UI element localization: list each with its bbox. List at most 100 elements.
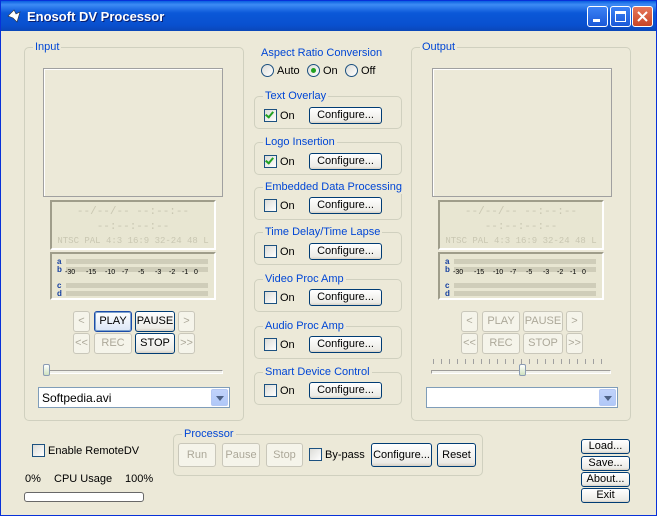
input-slider-track xyxy=(43,370,223,374)
load-button[interactable]: Load... xyxy=(581,439,630,454)
close-icon xyxy=(637,11,648,22)
output-rewind-button[interactable]: << xyxy=(461,333,478,354)
enable-remotedv-checkbox[interactable] xyxy=(32,444,45,457)
output-timecode-date: --/--/-- --:--:-- xyxy=(464,206,578,218)
processor-stop-button[interactable]: Stop xyxy=(266,443,303,467)
time-delay-checkbox[interactable] xyxy=(264,245,277,258)
input-timecode-time: --:--:--:-- xyxy=(96,221,170,233)
output-stop-button[interactable]: STOP xyxy=(523,333,563,354)
maximize-button[interactable] xyxy=(610,6,631,27)
radio-dot xyxy=(311,68,316,73)
aspect-on-radio[interactable] xyxy=(307,64,320,77)
output-position-slider[interactable] xyxy=(429,357,613,381)
minimize-button[interactable] xyxy=(587,6,608,27)
output-play-button[interactable]: PLAY xyxy=(482,311,520,332)
aspect-on-label[interactable]: On xyxy=(323,64,338,78)
smart-device-on-label[interactable]: On xyxy=(280,384,295,398)
input-timecode-date: --/--/-- --:--:-- xyxy=(76,206,190,218)
aspect-off-label[interactable]: Off xyxy=(361,64,375,78)
input-stop-button[interactable]: STOP xyxy=(135,333,175,354)
output-level-c xyxy=(454,283,596,288)
save-button[interactable]: Save... xyxy=(581,456,630,471)
logo-insertion-label: Logo Insertion xyxy=(263,135,337,149)
cpu-min-label: 0% xyxy=(25,473,41,485)
bypass-checkbox[interactable] xyxy=(309,448,322,461)
scale-label: -30 xyxy=(453,269,464,276)
output-group-label: Output xyxy=(420,40,458,54)
output-pause-button[interactable]: PAUSE xyxy=(523,311,563,332)
enable-remotedv-label[interactable]: Enable RemoteDV xyxy=(48,444,139,458)
aspect-auto-radio[interactable] xyxy=(261,64,274,77)
output-prev-button[interactable]: < xyxy=(461,311,478,332)
input-position-slider[interactable] xyxy=(41,361,225,381)
video-proc-amp-configure-button[interactable]: Configure... xyxy=(309,289,382,306)
scale-label: -3 xyxy=(155,269,162,276)
input-prev-button[interactable]: < xyxy=(73,311,90,332)
about-button[interactable]: About... xyxy=(581,472,630,487)
input-slider-thumb[interactable] xyxy=(43,364,50,376)
output-rec-button[interactable]: REC xyxy=(482,333,520,354)
output-file-select[interactable] xyxy=(426,387,618,408)
aspect-auto-label[interactable]: Auto xyxy=(277,64,300,78)
input-format-flags: NTSC PAL 4:3 16:9 32-24 48 L xyxy=(57,236,209,246)
scale-label: -7 xyxy=(510,269,517,276)
output-timecode-time: --:--:--:-- xyxy=(484,221,558,233)
scale-label: -15 xyxy=(86,269,97,276)
reset-button[interactable]: Reset xyxy=(437,443,476,467)
logo-insertion-configure-button[interactable]: Configure... xyxy=(309,153,382,170)
input-next-button[interactable]: > xyxy=(178,311,195,332)
bypass-label[interactable]: By-pass xyxy=(325,448,365,462)
logo-insertion-on-label[interactable]: On xyxy=(280,155,295,169)
run-button[interactable]: Run xyxy=(178,443,216,467)
input-pause-button[interactable]: PAUSE xyxy=(135,311,175,332)
input-play-button[interactable]: PLAY xyxy=(94,311,132,332)
smart-device-configure-button[interactable]: Configure... xyxy=(309,382,382,399)
output-slider-thumb[interactable] xyxy=(519,364,526,376)
scale-label: 0 xyxy=(194,269,198,276)
text-overlay-configure-button[interactable]: Configure... xyxy=(309,107,382,124)
cpu-usage-label: CPU Usage xyxy=(54,473,113,485)
embedded-data-label: Embedded Data Processing xyxy=(263,180,404,194)
input-timecode-display: --/--/-- --:--:-- --:--:--:-- NTSC PAL 4… xyxy=(50,200,216,250)
output-preview xyxy=(432,68,612,197)
output-next-button[interactable]: > xyxy=(566,311,583,332)
output-forward-button[interactable]: >> xyxy=(566,333,583,354)
processor-configure-button[interactable]: Configure... xyxy=(371,443,432,467)
embedded-data-on-label[interactable]: On xyxy=(280,199,295,213)
chevron-down-icon[interactable] xyxy=(211,389,228,406)
embedded-data-checkbox[interactable] xyxy=(264,199,277,212)
processor-pause-button[interactable]: Pause xyxy=(222,443,260,467)
close-button[interactable] xyxy=(632,6,653,27)
chevron-down-icon[interactable] xyxy=(599,389,616,406)
audio-proc-amp-checkbox[interactable] xyxy=(264,338,277,351)
time-delay-configure-button[interactable]: Configure... xyxy=(309,243,382,260)
input-file-select[interactable]: Softpedia.avi xyxy=(38,387,230,408)
logo-insertion-checkbox[interactable] xyxy=(264,155,277,168)
video-proc-amp-on-label[interactable]: On xyxy=(280,291,295,305)
input-rec-button[interactable]: REC xyxy=(94,333,132,354)
audio-proc-amp-on-label[interactable]: On xyxy=(280,338,295,352)
text-overlay-checkbox[interactable] xyxy=(264,109,277,122)
title-bar[interactable]: Enosoft DV Processor xyxy=(1,1,656,31)
aspect-off-radio[interactable] xyxy=(345,64,358,77)
maximize-icon xyxy=(615,11,626,22)
audio-proc-amp-configure-button[interactable]: Configure... xyxy=(309,336,382,353)
time-delay-on-label[interactable]: On xyxy=(280,245,295,259)
app-icon xyxy=(7,9,21,23)
smart-device-checkbox[interactable] xyxy=(264,384,277,397)
scale-label: -5 xyxy=(138,269,145,276)
text-overlay-on-label[interactable]: On xyxy=(280,109,295,123)
output-level-a xyxy=(454,259,596,264)
video-proc-amp-checkbox[interactable] xyxy=(264,291,277,304)
embedded-data-configure-button[interactable]: Configure... xyxy=(309,197,382,214)
input-forward-button[interactable]: >> xyxy=(178,333,195,354)
input-file-value: Softpedia.avi xyxy=(42,391,112,405)
audio-proc-amp-label: Audio Proc Amp xyxy=(263,319,346,333)
cpu-max-label: 100% xyxy=(125,473,154,485)
input-group-label: Input xyxy=(33,40,62,54)
output-format-flags: NTSC PAL 4:3 16:9 32-24 48 L xyxy=(445,236,597,246)
output-channel-d: d xyxy=(445,289,450,298)
scale-label: -2 xyxy=(169,269,176,276)
input-rewind-button[interactable]: << xyxy=(73,333,90,354)
exit-button[interactable]: Exit xyxy=(581,488,630,503)
